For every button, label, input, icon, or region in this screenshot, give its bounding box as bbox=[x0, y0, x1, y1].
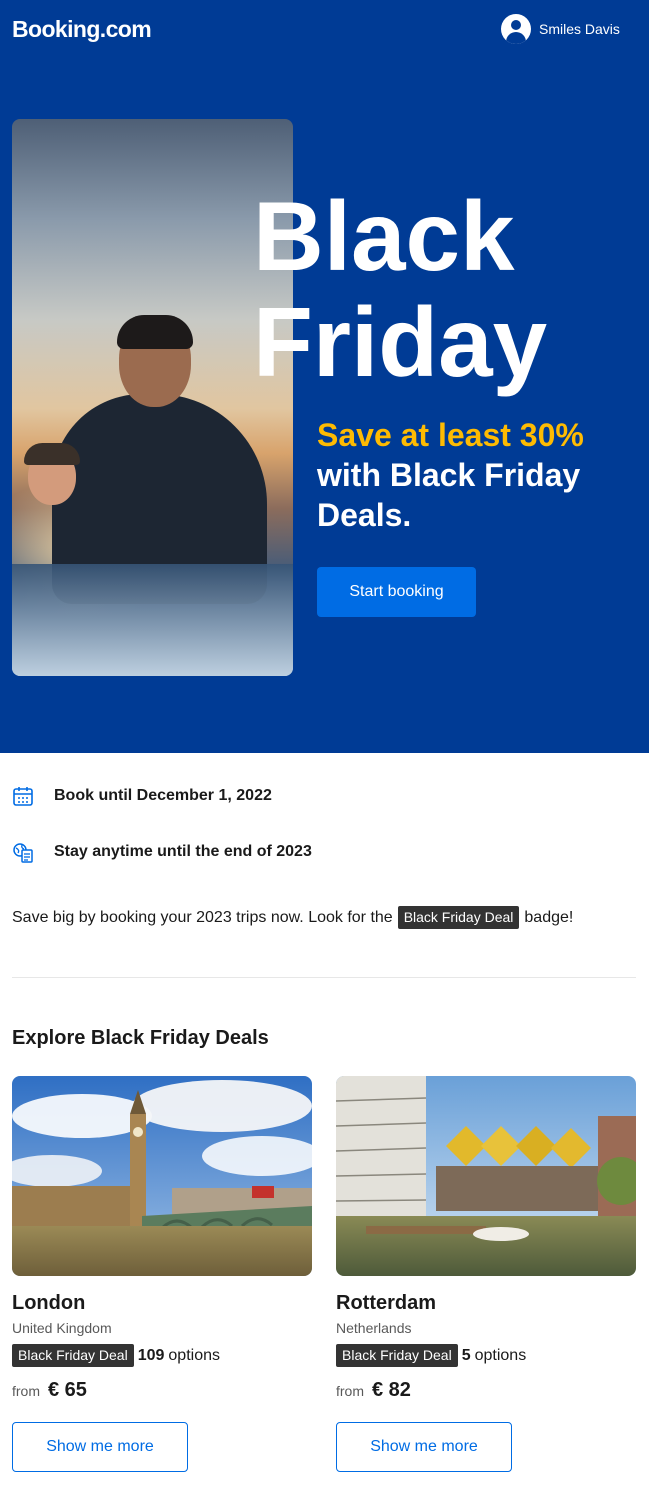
from-label: from bbox=[336, 1383, 364, 1399]
hero-title-line2: Friday bbox=[253, 287, 548, 397]
stay-until-row: Stay anytime until the end of 2023 bbox=[12, 841, 312, 863]
deal-card-rotterdam[interactable]: Rotterdam Netherlands Black Friday Deal … bbox=[336, 1076, 636, 1472]
hero-highlight: Save at least 30% bbox=[317, 417, 584, 453]
save-text-after: badge! bbox=[524, 908, 574, 926]
start-booking-button[interactable]: Start booking bbox=[317, 567, 476, 617]
hero-subtitle: Save at least 30% with Black Friday Deal… bbox=[317, 415, 627, 535]
hero-title: Black Friday bbox=[253, 183, 547, 395]
price-amount: € 65 bbox=[48, 1379, 87, 1401]
from-label: from bbox=[12, 1383, 40, 1399]
options-label: options bbox=[168, 1346, 220, 1364]
user-name: Smiles Davis bbox=[539, 21, 620, 37]
options-count: 5 bbox=[461, 1346, 471, 1364]
section-title: Explore Black Friday Deals bbox=[12, 1027, 269, 1049]
show-me-more-button[interactable]: Show me more bbox=[336, 1422, 512, 1472]
options-count: 109 bbox=[137, 1346, 165, 1364]
deal-city[interactable]: London bbox=[12, 1292, 312, 1314]
deal-city[interactable]: Rotterdam bbox=[336, 1292, 636, 1314]
user-avatar-icon bbox=[501, 14, 531, 44]
hero-title-line1: Black bbox=[253, 181, 515, 291]
book-until-row: Book until December 1, 2022 bbox=[12, 785, 272, 807]
black-friday-badge: Black Friday Deal bbox=[12, 1344, 134, 1367]
deal-country: Netherlands bbox=[336, 1320, 412, 1336]
show-me-more-button[interactable]: Show me more bbox=[12, 1422, 188, 1472]
hero-subtitle-text: with Black Friday Deals. bbox=[317, 457, 581, 533]
divider bbox=[12, 977, 636, 978]
london-photo[interactable] bbox=[12, 1076, 312, 1276]
calendar-icon bbox=[12, 785, 34, 807]
deal-card-london[interactable]: London United Kingdom Black Friday Deal … bbox=[12, 1076, 312, 1472]
hero-photo bbox=[12, 119, 293, 676]
price-amount: € 82 bbox=[372, 1379, 411, 1401]
black-friday-badge: Black Friday Deal bbox=[397, 906, 520, 929]
deal-price: from € 82 bbox=[336, 1379, 636, 1402]
save-text-before: Save big by booking your 2023 trips now.… bbox=[12, 908, 393, 926]
black-friday-badge: Black Friday Deal bbox=[336, 1344, 458, 1367]
save-big-text: Save big by booking your 2023 trips now.… bbox=[12, 906, 573, 929]
deal-meta: Black Friday Deal 5 options bbox=[336, 1344, 636, 1367]
user-account[interactable]: Smiles Davis bbox=[501, 14, 620, 44]
hero-banner: Booking.com Smiles Davis Black Friday Sa… bbox=[0, 0, 649, 753]
options-label: options bbox=[474, 1346, 527, 1364]
deal-price: from € 65 bbox=[12, 1379, 312, 1402]
booking-logo[interactable]: Booking.com bbox=[12, 16, 152, 43]
stay-until-text: Stay anytime until the end of 2023 bbox=[54, 843, 312, 860]
globe-document-icon bbox=[12, 841, 34, 863]
book-until-text: Book until December 1, 2022 bbox=[54, 787, 272, 804]
deal-meta: Black Friday Deal 109 options bbox=[12, 1344, 312, 1367]
rotterdam-photo[interactable] bbox=[336, 1076, 636, 1276]
deal-country: United Kingdom bbox=[12, 1320, 112, 1336]
